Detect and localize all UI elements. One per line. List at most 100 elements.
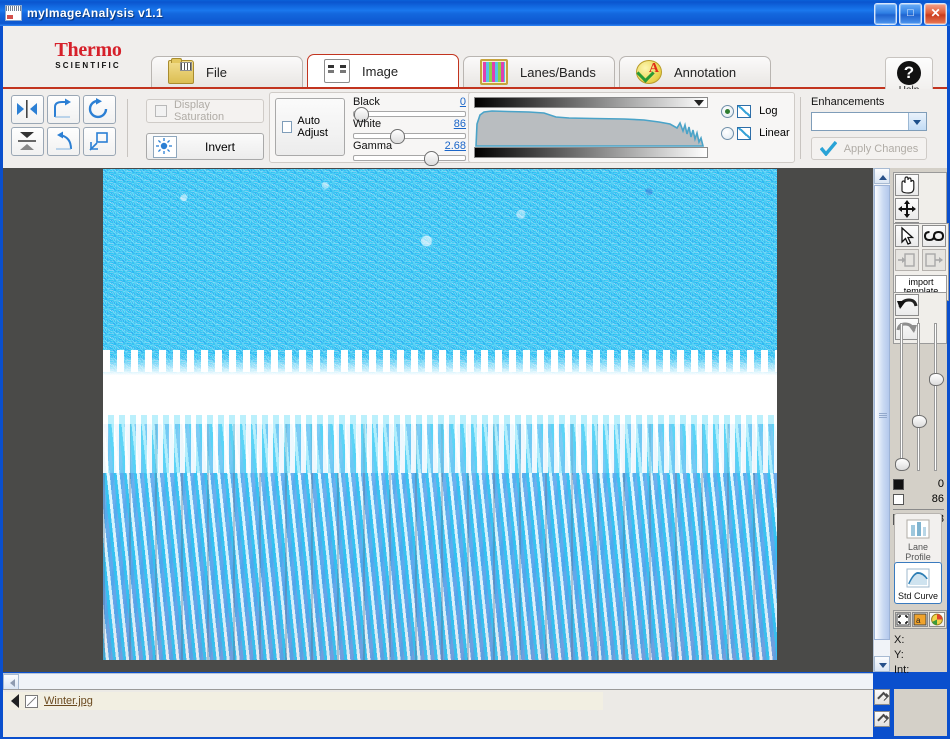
window-title: myImageAnalysis v1.1 <box>27 6 164 20</box>
white-legend-value: 86 <box>931 493 944 505</box>
white-slider-value[interactable]: 86 <box>454 118 466 130</box>
auto-adjust-checkbox[interactable] <box>282 121 293 133</box>
right-tool-panel: import template 0 86 Lane Profile Std Cu… <box>890 168 949 676</box>
auto-adjust-button[interactable]: Auto Adjust <box>275 98 345 156</box>
scale-mode-group: Log Linear <box>721 105 790 140</box>
tab-image[interactable]: Image <box>307 54 459 87</box>
legend-row-black: 0 <box>893 478 944 490</box>
lane-profile-button[interactable]: Lane Profile <box>894 513 942 565</box>
black-slider-row: Black 0 <box>353 96 466 122</box>
status-bar: Winter.jpg <box>3 689 873 737</box>
maximize-button[interactable]: □ <box>899 3 922 25</box>
black-slider-track[interactable] <box>353 107 466 122</box>
application-window: myImageAnalysis v1.1 _ □ ✕ Thermo SCIENT… <box>0 0 950 739</box>
app-icon <box>5 5 22 21</box>
triangle-left-icon[interactable] <box>11 694 19 708</box>
undo-icon[interactable] <box>895 294 919 316</box>
tab-annotation[interactable]: Annotation <box>619 56 771 87</box>
black-legend-value: 0 <box>937 478 944 490</box>
linear-radio-row[interactable]: Linear <box>721 127 790 140</box>
tab-annotation-label: Annotation <box>674 64 737 80</box>
display-saturation-button[interactable]: Display Saturation <box>146 99 264 123</box>
display-saturation-checkbox[interactable] <box>155 105 167 117</box>
std-curve-icon <box>906 568 930 588</box>
file-list-row[interactable]: Winter.jpg <box>3 692 603 710</box>
black-vertical-track[interactable] <box>900 323 903 471</box>
gamma-slider-row: Gamma 2.68 <box>353 140 466 166</box>
bottom-right-filler <box>894 689 947 736</box>
logo-scientific-text: SCIENTIFIC <box>55 61 121 70</box>
expand-panel-up-button-2[interactable] <box>874 711 890 727</box>
minimize-button[interactable]: _ <box>874 3 897 25</box>
canvas-horizontal-scrollbar[interactable] <box>3 673 873 690</box>
tab-file[interactable]: File <box>151 56 303 87</box>
image-canvas[interactable] <box>3 168 873 672</box>
std-curve-button[interactable]: Std Curve <box>894 562 942 604</box>
black-slider-label: Black <box>353 96 380 108</box>
expand-panel-up-button-1[interactable] <box>874 689 890 705</box>
invert-button[interactable]: Invert <box>146 133 264 160</box>
resize-icon[interactable] <box>83 127 116 156</box>
flip-horizontal-icon[interactable] <box>11 95 44 124</box>
white-vertical-track[interactable] <box>917 323 920 471</box>
close-button[interactable]: ✕ <box>924 3 947 25</box>
chevron-down-icon[interactable] <box>908 113 926 130</box>
rotate-360-icon[interactable] <box>83 95 116 124</box>
gamma-vertical-thumb[interactable] <box>929 373 944 386</box>
tab-lanes-bands[interactable]: Lanes/Bands <box>463 56 615 87</box>
title-bar: myImageAnalysis v1.1 _ □ ✕ <box>0 0 950 26</box>
import-left-icon[interactable] <box>895 249 919 271</box>
pointer-arrow-icon[interactable] <box>895 225 919 247</box>
white-slider-track[interactable] <box>353 129 466 144</box>
gamma-slider-track[interactable] <box>353 151 466 166</box>
canvas-vertical-scrollbar[interactable] <box>873 168 890 672</box>
black-slider-value[interactable]: 0 <box>460 96 466 108</box>
white-vertical-thumb[interactable] <box>912 415 927 428</box>
fit-to-window-icon[interactable] <box>895 612 911 627</box>
image-region-sky <box>103 169 777 376</box>
loaded-image[interactable] <box>103 169 777 660</box>
chevron-down-icon[interactable] <box>694 100 704 106</box>
histogram-top-gradient[interactable] <box>474 97 708 108</box>
black-vertical-thumb[interactable] <box>895 458 910 471</box>
folder-icon <box>168 58 194 84</box>
apply-changes-button[interactable]: Apply Changes <box>811 137 927 160</box>
enhancements-group: Enhancements Apply Changes <box>811 96 927 160</box>
scroll-down-arrow-icon[interactable] <box>874 656 890 672</box>
flip-vertical-icon[interactable] <box>11 127 44 156</box>
white-slider-label: White <box>353 118 382 130</box>
legend-divider <box>893 509 944 510</box>
import-right-icon[interactable] <box>922 249 947 271</box>
colorize-icon[interactable]: a <box>912 612 928 627</box>
lane-profile-icon <box>906 519 930 539</box>
rotate-right-90-icon[interactable] <box>47 95 80 124</box>
log-radio[interactable] <box>721 105 734 118</box>
svg-text:a: a <box>916 616 921 625</box>
black-swatch-icon <box>893 478 904 490</box>
histogram-plot <box>475 110 705 147</box>
gamma-vertical-track[interactable] <box>934 323 937 471</box>
move-arrows-icon[interactable] <box>895 198 919 220</box>
vertical-scroll-thumb[interactable] <box>874 185 890 640</box>
vertical-levels-sliders <box>894 323 944 473</box>
auto-adjust-label: Auto Adjust <box>297 115 328 139</box>
readout-x: X: <box>894 634 905 646</box>
linear-radio[interactable] <box>721 127 734 140</box>
tab-file-label: File <box>206 64 227 80</box>
annotation-icon <box>636 60 662 84</box>
pan-hand-icon[interactable] <box>895 174 919 196</box>
gamma-slider-thumb[interactable] <box>424 151 439 166</box>
image-region-treeline <box>103 414 777 474</box>
tab-image-label: Image <box>362 63 399 79</box>
log-radio-row[interactable]: Log <box>721 105 790 118</box>
scroll-left-arrow-icon[interactable] <box>3 674 19 690</box>
scroll-up-arrow-icon[interactable] <box>874 168 890 184</box>
infinity-icon[interactable] <box>922 225 947 247</box>
file-name-link[interactable]: Winter.jpg <box>44 695 93 707</box>
palette-icon[interactable] <box>929 612 945 627</box>
enhancements-dropdown[interactable] <box>811 112 927 131</box>
rotate-left-90-icon[interactable] <box>47 127 80 156</box>
panel-expander-buttons <box>874 689 894 733</box>
toolbar-divider-2 <box>800 97 801 159</box>
gamma-slider-value[interactable]: 2.68 <box>445 140 466 152</box>
